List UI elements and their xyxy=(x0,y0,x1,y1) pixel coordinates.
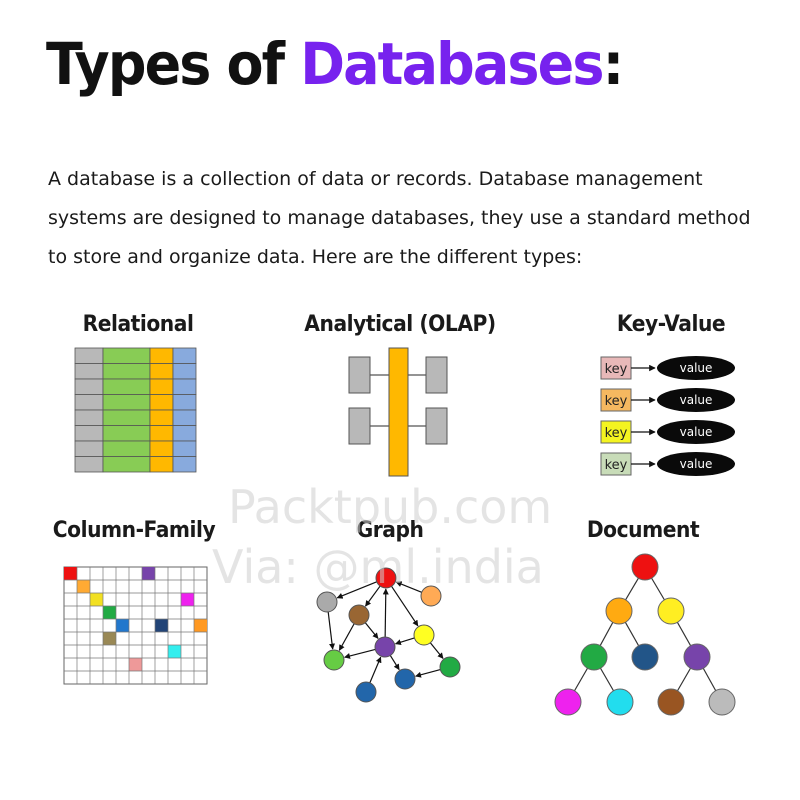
colored-cell xyxy=(194,619,207,632)
graph-node xyxy=(394,668,416,690)
relational-diagram xyxy=(74,347,197,473)
watermark-line-1: Packtpub.com xyxy=(228,480,553,534)
colored-cell xyxy=(103,632,116,645)
column-family-diagram xyxy=(63,566,208,685)
olap-box-bottom-right xyxy=(425,407,448,445)
table-cell xyxy=(149,394,174,411)
key-value-diagram: key value key value key value key value xyxy=(600,356,735,476)
olap-box-top-left xyxy=(348,356,371,394)
tree-node xyxy=(554,688,582,716)
tree-node xyxy=(631,643,659,671)
graph-node xyxy=(355,681,377,703)
colored-cell xyxy=(129,658,142,671)
colored-cell xyxy=(64,567,77,580)
kv-value-label: value xyxy=(680,457,713,471)
table-cell xyxy=(102,363,151,380)
olap-diagram xyxy=(348,347,448,477)
tree-node xyxy=(605,597,633,625)
watermark-line-2: Via: @ml.india xyxy=(212,540,544,594)
table-cell xyxy=(74,394,104,411)
tree-node xyxy=(657,597,685,625)
colored-cell xyxy=(155,619,168,632)
table-cell xyxy=(74,440,104,457)
graph-node xyxy=(348,604,370,626)
olap-box-top-right xyxy=(425,356,448,394)
graph-node xyxy=(439,656,461,678)
table-cell xyxy=(149,456,174,473)
table-cell xyxy=(102,394,151,411)
tree-node xyxy=(657,688,685,716)
colored-cell xyxy=(77,580,90,593)
table-cell xyxy=(172,425,197,442)
table-cell xyxy=(149,440,174,457)
graph-edge xyxy=(344,648,376,659)
kv-value-label: value xyxy=(680,393,713,407)
colored-cell xyxy=(116,619,129,632)
tree-node xyxy=(631,553,659,581)
kv-key-label: key xyxy=(605,426,628,441)
table-cell xyxy=(102,378,151,395)
graph-edge xyxy=(369,656,382,684)
table-cell xyxy=(74,363,104,380)
graph-edge xyxy=(415,668,441,678)
table-cell xyxy=(102,347,151,364)
diagrams-canvas: key value key value key value key value xyxy=(63,347,736,716)
tree-node xyxy=(580,643,608,671)
kv-key-label: key xyxy=(605,394,628,409)
graph-edge xyxy=(327,611,336,650)
document-diagram xyxy=(554,553,736,716)
graph-node xyxy=(316,591,338,613)
table-cell xyxy=(74,378,104,395)
graph-edge xyxy=(389,655,400,671)
graph-edge xyxy=(382,588,389,638)
graph-node xyxy=(374,636,396,658)
colored-cell xyxy=(181,593,194,606)
table-cell xyxy=(172,440,197,457)
table-cell xyxy=(102,456,151,473)
table-cell xyxy=(149,425,174,442)
colored-cell xyxy=(90,593,103,606)
colored-cell xyxy=(142,567,155,580)
table-cell xyxy=(102,409,151,426)
table-cell xyxy=(74,456,104,473)
tree-node xyxy=(708,688,736,716)
graph-edge xyxy=(364,622,379,639)
kv-key-label: key xyxy=(605,362,628,377)
kv-value-label: value xyxy=(680,361,713,375)
table-cell xyxy=(149,363,174,380)
table-cell xyxy=(102,425,151,442)
olap-box-bottom-left xyxy=(348,407,371,445)
table-cell xyxy=(172,347,197,364)
kv-key-label: key xyxy=(605,458,628,473)
graph-edge xyxy=(394,637,415,646)
table-cell xyxy=(172,363,197,380)
graph-edge xyxy=(429,642,444,659)
colored-cell xyxy=(103,606,116,619)
table-cell xyxy=(172,378,197,395)
table-cell xyxy=(74,409,104,426)
kv-value-label: value xyxy=(680,425,713,439)
table-cell xyxy=(102,440,151,457)
tree-node xyxy=(606,688,634,716)
colored-cell xyxy=(168,645,181,658)
table-cell xyxy=(149,347,174,364)
table-cell xyxy=(149,409,174,426)
graph-node xyxy=(413,624,435,646)
graph-edge xyxy=(338,623,355,651)
table-cell xyxy=(172,456,197,473)
graph-node xyxy=(323,649,345,671)
table-cell xyxy=(74,425,104,442)
table-cell xyxy=(149,378,174,395)
tree-node xyxy=(683,643,711,671)
table-cell xyxy=(172,394,197,411)
olap-central-bar xyxy=(388,347,409,477)
table-cell xyxy=(172,409,197,426)
table-cell xyxy=(74,347,104,364)
